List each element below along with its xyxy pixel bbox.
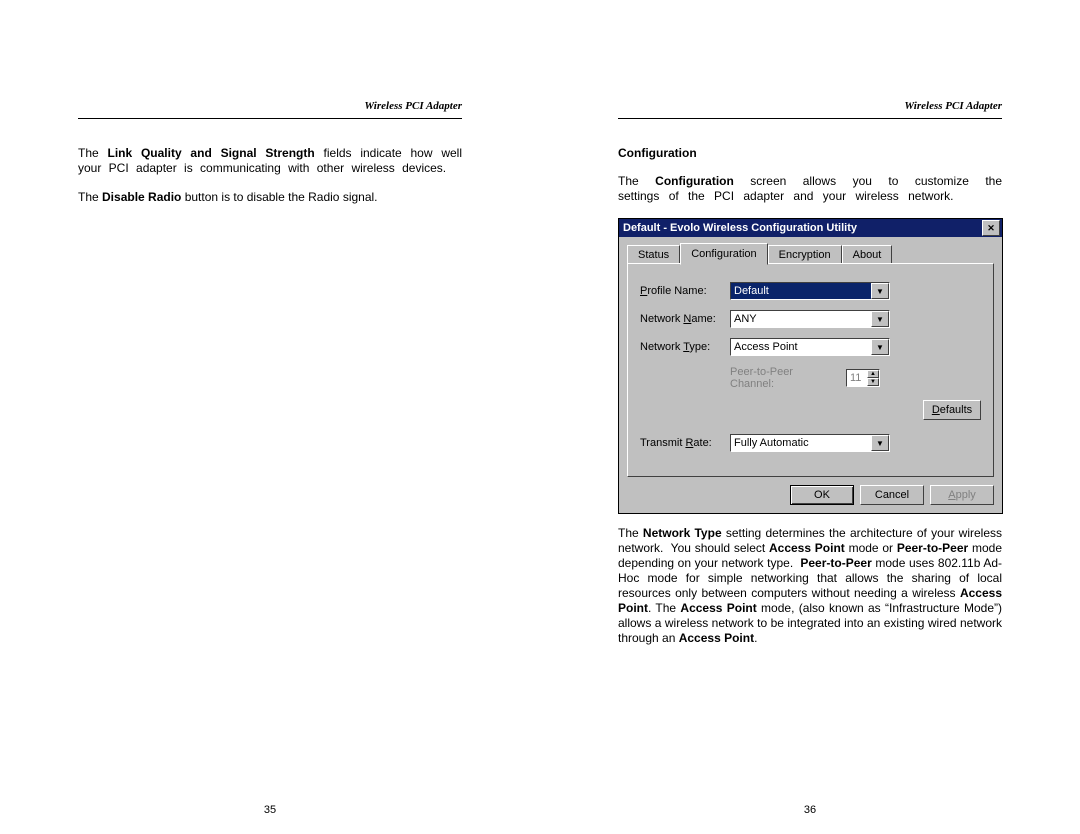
label-profile-name: Profile Name: [640, 285, 730, 297]
p2p-channel-spinner: 11 ▲ ▼ [846, 369, 880, 387]
spinner-arrows: ▲ ▼ [867, 370, 879, 386]
tab-about[interactable]: About [842, 245, 893, 264]
combo-value: ANY [731, 311, 871, 327]
profile-name-combo[interactable]: Default ▼ [730, 282, 890, 300]
bold-text: Disable Radio [102, 190, 181, 204]
button-label: Defaults [932, 404, 972, 416]
transmit-rate-combo[interactable]: Fully Automatic ▼ [730, 434, 890, 452]
config-dialog: Default - Evolo Wireless Configuration U… [618, 218, 1003, 514]
chevron-down-icon[interactable]: ▼ [871, 435, 889, 451]
combo-value: Fully Automatic [731, 435, 871, 451]
combo-value: Access Point [731, 339, 871, 355]
section-heading: Configuration [618, 146, 1002, 160]
network-name-combo[interactable]: ANY ▼ [730, 310, 890, 328]
chevron-up-icon: ▲ [867, 370, 879, 378]
cancel-button[interactable]: Cancel [860, 485, 924, 505]
chevron-down-icon[interactable]: ▼ [871, 311, 889, 327]
tab-configuration[interactable]: Configuration [680, 243, 767, 265]
text: button is to disable the Radio signal. [181, 190, 377, 204]
chevron-down-icon[interactable]: ▼ [871, 283, 889, 299]
row-profile-name: Profile Name: Default ▼ [640, 282, 981, 300]
running-header: Wireless PCI Adapter [904, 100, 1002, 112]
dialog-body: Status Configuration Encryption About Pr… [619, 237, 1002, 513]
page-content: The Link Quality and Signal Strength fie… [78, 146, 462, 205]
chevron-down-icon[interactable]: ▼ [871, 339, 889, 355]
label-network-type: Network Type: [640, 341, 730, 353]
row-transmit-rate: Transmit Rate: Fully Automatic ▼ [640, 434, 981, 452]
text: The [78, 190, 102, 204]
row-network-name: Network Name: ANY ▼ [640, 310, 981, 328]
label-network-name: Network Name: [640, 313, 730, 325]
defaults-row: Defaults [640, 400, 981, 420]
defaults-button[interactable]: Defaults [923, 400, 981, 420]
apply-button[interactable]: Apply [930, 485, 994, 505]
tab-panel: Profile Name: Default ▼ Network Name: AN… [627, 263, 994, 477]
page-number: 35 [0, 804, 540, 816]
titlebar: Default - Evolo Wireless Configuration U… [619, 219, 1002, 237]
row-network-type: Network Type: Access Point ▼ [640, 338, 981, 356]
paragraph: The Configuration screen allows you to c… [618, 174, 1002, 204]
combo-value: Default [731, 283, 871, 299]
tab-encryption[interactable]: Encryption [768, 245, 842, 264]
button-label: OK [814, 489, 830, 501]
page-left: Wireless PCI Adapter The Link Quality an… [0, 0, 540, 834]
tab-strip: Status Configuration Encryption About [627, 243, 994, 263]
dialog-actions: OK Cancel Apply [627, 485, 994, 505]
paragraph: The Link Quality and Signal Strength fie… [78, 146, 462, 176]
text: The [78, 146, 107, 160]
chevron-down-icon: ▼ [867, 378, 879, 386]
page-right: Wireless PCI Adapter Configuration The C… [540, 0, 1080, 834]
ok-button[interactable]: OK [790, 485, 854, 505]
row-p2p-channel: Peer-to-Peer Channel: 11 ▲ ▼ [640, 366, 981, 390]
header-rule [618, 118, 1002, 119]
label-p2p-channel: Peer-to-Peer Channel: [730, 366, 840, 390]
running-header: Wireless PCI Adapter [364, 100, 462, 112]
button-label: Apply [948, 489, 976, 501]
close-button[interactable]: ✕ [982, 220, 1000, 236]
bold-text: Link Quality and Signal Strength [107, 146, 314, 160]
label-transmit-rate: Transmit Rate: [640, 437, 730, 449]
page-content: Configuration The Configuration screen a… [618, 146, 1002, 646]
network-type-combo[interactable]: Access Point ▼ [730, 338, 890, 356]
close-icon: ✕ [987, 224, 995, 233]
window-title: Default - Evolo Wireless Configuration U… [623, 222, 980, 234]
header-rule [78, 118, 462, 119]
document-spread: Wireless PCI Adapter The Link Quality an… [0, 0, 1080, 834]
spinner-value: 11 [847, 370, 867, 386]
paragraph: The Network Type setting determines the … [618, 526, 1002, 646]
page-number: 36 [540, 804, 1080, 816]
button-label: Cancel [875, 489, 909, 501]
tab-status[interactable]: Status [627, 245, 680, 264]
paragraph: The Disable Radio button is to disable t… [78, 190, 462, 205]
